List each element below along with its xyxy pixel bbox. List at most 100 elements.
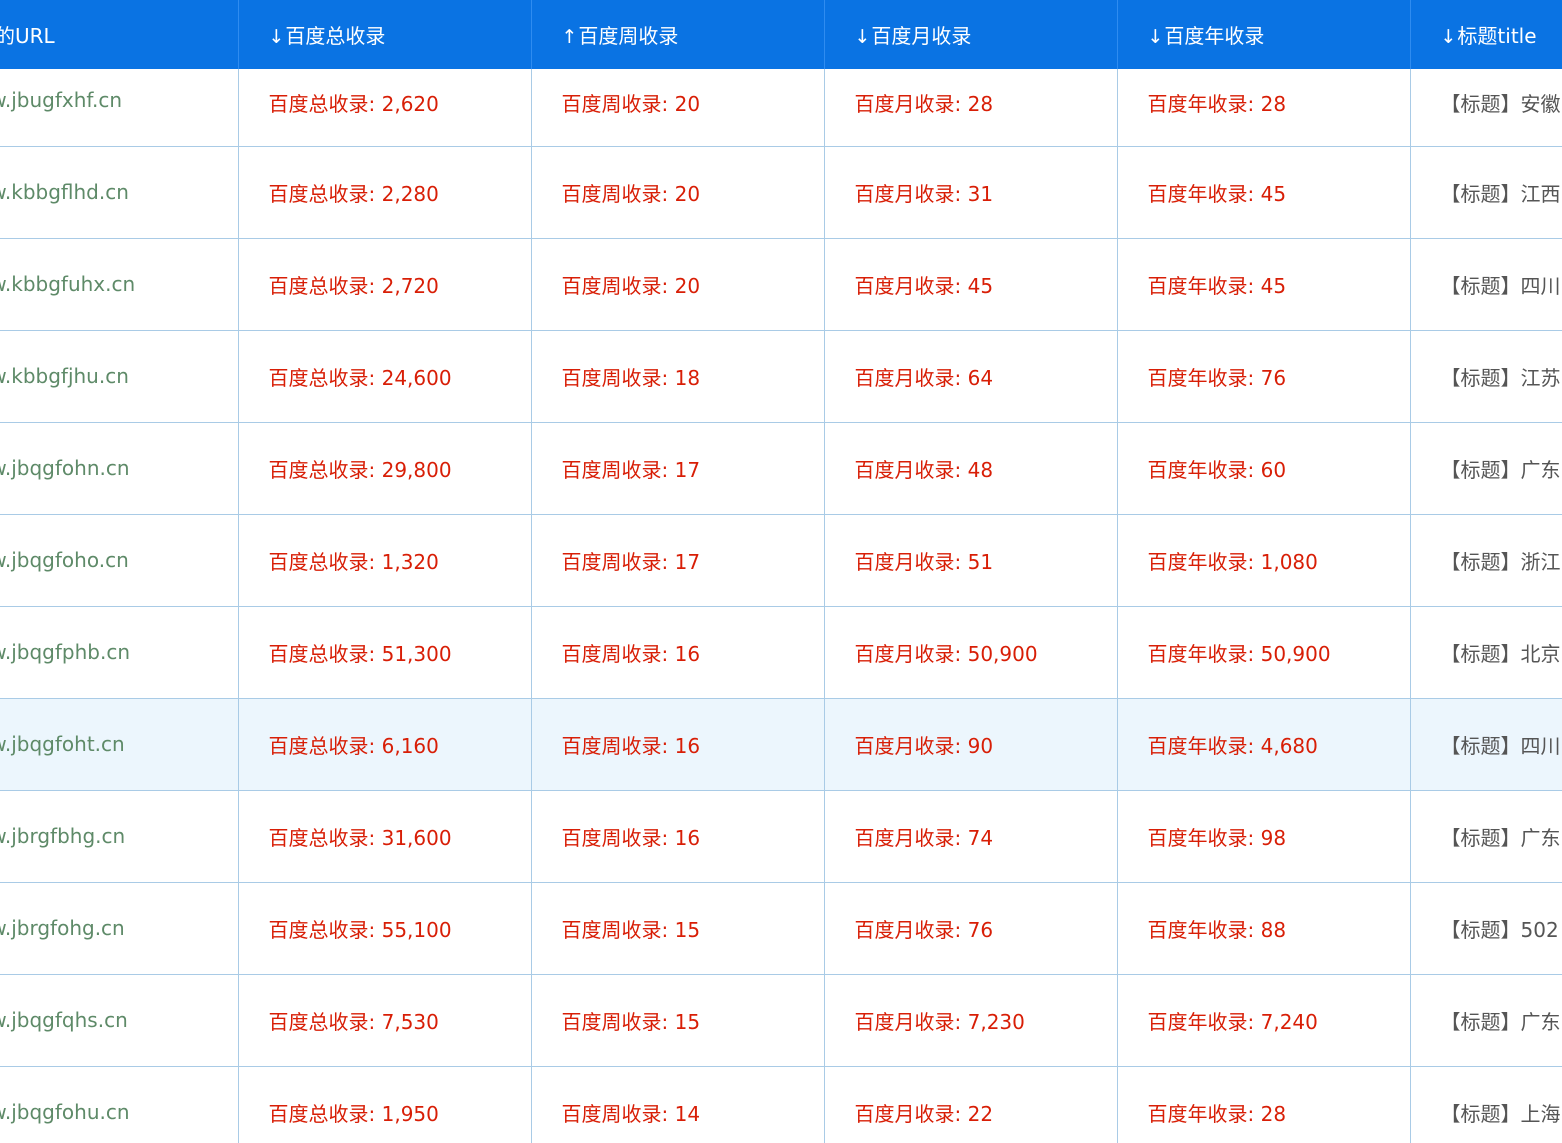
- year-index-label: 百度年收录:: [1147, 1101, 1261, 1126]
- title-tag-label: 【标题】: [1440, 1101, 1521, 1126]
- year-index-value: 76: [1260, 365, 1287, 390]
- total-index-value: 2,720: [381, 273, 439, 298]
- url-link[interactable]: ww.jbrgfohg.cn: [0, 916, 125, 940]
- column-header-label: 百度总收录: [285, 24, 386, 48]
- total-index-cell: 百度总收录: 7,530: [238, 974, 532, 1067]
- month-index-value: 90: [967, 733, 994, 758]
- url-cell: ww.jbqgfohu.cn: [0, 1066, 239, 1143]
- year-index-cell: 百度年收录: 4,680: [1117, 698, 1411, 791]
- total-index-value: 31,600: [381, 825, 452, 850]
- week-index-label: 百度周收录:: [561, 917, 675, 942]
- column-header-month[interactable]: ↓百度月收录: [824, 0, 1118, 69]
- year-index-cell: 百度年收录: 88: [1117, 882, 1411, 975]
- title-cell: 【标题】江西: [1410, 146, 1562, 239]
- title-cell: 【标题】江苏: [1410, 330, 1562, 423]
- year-index-value: 28: [1260, 1101, 1287, 1126]
- title-cell: 【标题】广东: [1410, 790, 1562, 883]
- total-index-label: 百度总收录:: [268, 825, 382, 850]
- total-index-label: 百度总收录:: [268, 549, 382, 574]
- title-tag-label: 【标题】: [1440, 733, 1521, 758]
- year-index-cell: 百度年收录: 45: [1117, 146, 1411, 239]
- year-index-label: 百度年收录:: [1147, 641, 1261, 666]
- month-index-value: 45: [967, 273, 994, 298]
- total-index-label: 百度总收录:: [268, 641, 382, 666]
- week-index-value: 15: [674, 917, 701, 942]
- month-index-cell: 百度月收录: 64: [824, 330, 1118, 423]
- week-index-cell: 百度周收录: 16: [531, 790, 825, 883]
- total-index-value: 1,950: [381, 1101, 439, 1126]
- year-index-value: 45: [1260, 181, 1287, 206]
- column-header-url[interactable]: 询的URL: [0, 0, 239, 69]
- total-index-label: 百度总收录:: [268, 92, 382, 116]
- month-index-value: 7,230: [967, 1009, 1025, 1034]
- column-header-year[interactable]: ↓百度年收录: [1117, 0, 1411, 69]
- results-viewport: 询的URL↓百度总收录↑百度周收录↓百度月收录↓百度年收录↓标题title ww…: [0, 0, 1562, 1143]
- title-value: 浙江: [1520, 549, 1561, 574]
- url-link[interactable]: ww.kbbgfuhx.cn: [0, 272, 135, 296]
- month-index-label: 百度月收录:: [854, 917, 968, 942]
- column-header-label: 百度年收录: [1164, 24, 1265, 48]
- week-index-label: 百度周收录:: [561, 181, 675, 206]
- month-index-value: 76: [967, 917, 994, 942]
- year-index-value: 88: [1260, 917, 1287, 942]
- table-row: ww.jbqgfohu.cn百度总收录: 1,950百度周收录: 14百度月收录…: [0, 1066, 1562, 1143]
- url-cell: ww.kbbgfjhu.cn: [0, 330, 239, 423]
- month-index-cell: 百度月收录: 22: [824, 1066, 1118, 1143]
- column-header-week[interactable]: ↑百度周收录: [531, 0, 825, 69]
- month-index-cell: 百度月收录: 90: [824, 698, 1118, 791]
- month-index-value: 22: [967, 1101, 994, 1126]
- week-index-label: 百度周收录:: [561, 825, 675, 850]
- month-index-label: 百度月收录:: [854, 181, 968, 206]
- month-index-label: 百度月收录:: [854, 365, 968, 390]
- year-index-cell: 百度年收录: 76: [1117, 330, 1411, 423]
- month-index-cell: 百度月收录: 45: [824, 238, 1118, 331]
- year-index-value: 60: [1260, 457, 1287, 482]
- url-link[interactable]: ww.jbqgfqhs.cn: [0, 1008, 128, 1032]
- month-index-label: 百度月收录:: [854, 457, 968, 482]
- year-index-cell: 百度年收录: 50,900: [1117, 606, 1411, 699]
- sort-arrow-icon: ↑: [561, 26, 578, 48]
- url-link[interactable]: ww.jbqgfoht.cn: [0, 732, 125, 756]
- total-index-value: 24,600: [381, 365, 452, 390]
- title-value: 广东: [1520, 457, 1561, 482]
- title-value: 江西: [1520, 181, 1561, 206]
- table-row: ww.jbrgfbhg.cn百度总收录: 31,600百度周收录: 16百度月收…: [0, 790, 1562, 883]
- month-index-cell: 百度月收录: 28: [824, 69, 1118, 147]
- column-header-total[interactable]: ↓百度总收录: [238, 0, 532, 69]
- column-header-title[interactable]: ↓标题title: [1410, 0, 1562, 69]
- url-cell: ww.jbqgfohn.cn: [0, 422, 239, 515]
- url-link[interactable]: ww.kbbgfjhu.cn: [0, 364, 129, 388]
- year-index-value: 98: [1260, 825, 1287, 850]
- table-row: ww.kbbgfuhx.cn百度总收录: 2,720百度周收录: 20百度月收录…: [0, 238, 1562, 331]
- url-link[interactable]: ww.kbbgflhd.cn: [0, 180, 129, 204]
- url-link[interactable]: ww.jbqgfohn.cn: [0, 456, 130, 480]
- week-index-cell: 百度周收录: 15: [531, 882, 825, 975]
- url-link[interactable]: ww.jbqgfohu.cn: [0, 1100, 130, 1124]
- title-tag-label: 【标题】: [1440, 365, 1521, 390]
- month-index-cell: 百度月收录: 50,900: [824, 606, 1118, 699]
- url-cell: ww.jbqgfphb.cn: [0, 606, 239, 699]
- year-index-cell: 百度年收录: 60: [1117, 422, 1411, 515]
- table-row: ww.jbqgfoho.cn百度总收录: 1,320百度周收录: 17百度月收录…: [0, 514, 1562, 607]
- year-index-cell: 百度年收录: 28: [1117, 1066, 1411, 1143]
- year-index-value: 4,680: [1260, 733, 1318, 758]
- url-cell: ww.jbugfxhf.cn: [0, 69, 239, 147]
- title-value: 广东: [1520, 1009, 1561, 1034]
- title-cell: 【标题】502: [1410, 882, 1562, 975]
- title-cell: 【标题】四川: [1410, 238, 1562, 331]
- url-link[interactable]: ww.jbrgfbhg.cn: [0, 824, 125, 848]
- week-index-cell: 百度周收录: 20: [531, 146, 825, 239]
- week-index-cell: 百度周收录: 16: [531, 698, 825, 791]
- total-index-value: 6,160: [381, 733, 439, 758]
- url-link[interactable]: ww.jbugfxhf.cn: [0, 88, 122, 112]
- year-index-cell: 百度年收录: 45: [1117, 238, 1411, 331]
- week-index-label: 百度周收录:: [561, 457, 675, 482]
- total-index-cell: 百度总收录: 6,160: [238, 698, 532, 791]
- month-index-value: 31: [967, 181, 994, 206]
- title-tag-label: 【标题】: [1440, 92, 1521, 116]
- url-link[interactable]: ww.jbqgfoho.cn: [0, 548, 129, 572]
- table-row: ww.jbugfxhf.cn百度总收录: 2,620百度周收录: 20百度月收录…: [0, 69, 1562, 147]
- url-link[interactable]: ww.jbqgfphb.cn: [0, 640, 130, 664]
- url-cell: ww.jbrgfbhg.cn: [0, 790, 239, 883]
- total-index-cell: 百度总收录: 1,950: [238, 1066, 532, 1143]
